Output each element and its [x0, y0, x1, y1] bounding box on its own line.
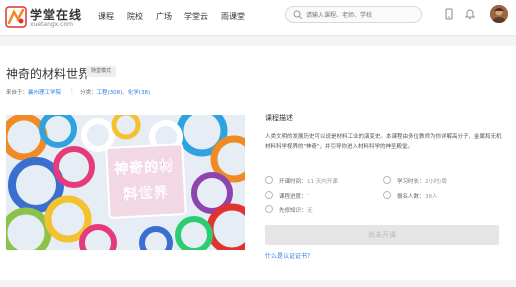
stat-progress: 课程进度： - [265, 191, 365, 200]
source-link[interactable]: 襄州理工学院 [28, 90, 61, 96]
search-input[interactable] [306, 9, 416, 21]
nav-xuetangyun[interactable]: 学堂云 [184, 11, 208, 22]
top-header: 学堂在线 xuetangx.com 课程 院校 广场 学堂云 雨课堂 [0, 0, 516, 36]
course-cover-image: 神奇的材 料世界 [6, 115, 245, 250]
bell-icon[interactable] [464, 8, 476, 20]
hourglass-icon [383, 176, 391, 184]
course-source: 来自于：襄州理工学院 [6, 88, 61, 96]
book-icon [265, 205, 273, 213]
mobile-app-icon[interactable] [443, 8, 455, 20]
nav-schools[interactable]: 院校 [127, 11, 143, 22]
category-label: 分类： [80, 90, 97, 96]
avatar-image [490, 5, 508, 23]
course-category: 分类：工程(308)、化学(38) [80, 88, 150, 96]
logo-domain: xuetangx.com [30, 21, 73, 28]
site-logo[interactable]: 学堂在线 xuetangx.com [5, 5, 103, 31]
course-card: 神奇的材料世界 随堂模式 来自于：襄州理工学院 | 分类：工程(308)、化学(… [0, 46, 516, 280]
category-link[interactable]: 工程(308)、化学(38) [97, 90, 151, 96]
cover-banner: 神奇的材 料世界 [105, 143, 187, 219]
nav-courses[interactable]: 课程 [98, 11, 114, 22]
description-heading: 课程描述 [265, 114, 293, 122]
source-label: 来自于： [6, 90, 29, 96]
user-avatar[interactable] [490, 5, 508, 23]
stat-start-time: 开课时间： 11 天内开课 [265, 176, 365, 185]
search-box[interactable] [285, 6, 422, 23]
not-open-button[interactable]: 尚未开课 [265, 225, 499, 245]
stat-study-hours: 学习时长： 2小时/周 [383, 176, 493, 185]
search-icon[interactable] [293, 10, 303, 20]
nav-yuketang[interactable]: 雨课堂 [221, 11, 245, 22]
cover-title-line1: 神奇的材 [113, 158, 175, 178]
clock-icon [265, 176, 273, 184]
course-title: 神奇的材料世界 [6, 67, 91, 81]
certificate-info-link[interactable]: 什么是认证证书？ [265, 251, 313, 260]
meta-divider: | [71, 88, 73, 94]
cover-title-line2: 料世界 [123, 184, 170, 204]
stat-prerequisites: 先修知识： 无 [265, 205, 365, 214]
stat-enrolled: 报名人数： 38人 [383, 191, 493, 200]
description-text: 人类文明的发展历史可以说是材料工业的演变史。本课程由多位教师为你详解高分子、金属… [265, 134, 502, 150]
nav-square[interactable]: 广场 [156, 11, 172, 22]
mode-tag: 随堂模式 [86, 66, 117, 77]
people-icon [383, 191, 391, 199]
logo-icon [5, 6, 27, 28]
progress-icon [265, 191, 273, 199]
